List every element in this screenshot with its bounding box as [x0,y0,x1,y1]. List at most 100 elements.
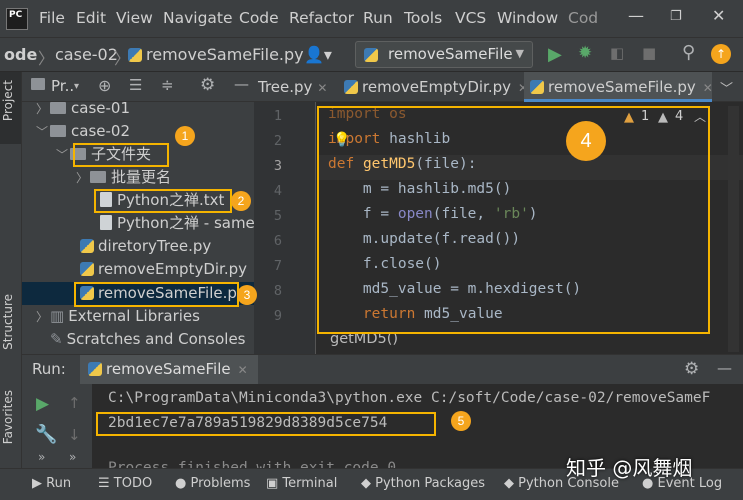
favorites-tool-tab[interactable]: Favorites [1,390,15,444]
line-number: 2 [273,133,282,149]
menu-view[interactable]: View [116,9,153,27]
bottom-tab-python-packages[interactable]: ◆ Python Packages [361,476,485,491]
restore-icon[interactable]: ❐ [670,9,682,24]
annotation-badge-1: 1 [175,126,195,146]
gear-icon[interactable]: ⚙ [684,359,699,379]
menu-run[interactable]: Run [363,9,393,27]
tab-label: removeEmptyDir.py [362,78,512,96]
chevron-down-icon[interactable]: ﹀ [720,78,733,97]
user-icon[interactable]: 👤▾ [304,45,332,64]
folder-icon [50,102,66,114]
tree-item-label: case-01 [71,99,130,117]
update-icon[interactable]: ↑ [711,44,731,64]
annotation-box-5 [96,412,436,436]
bottom-tab-run[interactable]: ▶ Run [32,476,71,491]
run-configuration-select[interactable]: removeSameFile ▼ [355,41,533,68]
menu-edit[interactable]: Edit [76,9,106,27]
tab-label: removeSameFile.py [548,78,696,96]
tree-item[interactable]: removeEmptyDir.py [80,258,247,281]
locate-icon[interactable]: ⊕ [98,76,111,95]
folder-icon [90,171,106,183]
run-icon[interactable]: ▶ [548,44,562,65]
annotation-box-3 [74,282,239,307]
close-icon[interactable]: ✕ [317,81,327,95]
menu-refactor[interactable]: Refactor [289,9,354,27]
tab-tree[interactable]: Tree.py ✕ [254,72,336,102]
annotation-badge-3: 3 [237,285,257,305]
breadcrumb-file-label: removeSameFile.py [146,45,304,64]
coverage-icon[interactable]: ◧ [610,44,624,62]
run-toolbar: ▶ ↑ 🔧 ↓ » » [22,384,92,468]
tab-remove-same-file[interactable]: removeSameFile.py ✕ [524,72,713,102]
tree-item[interactable]: Python之禅 - same [100,212,254,235]
menu-file[interactable]: File [39,9,65,27]
close-icon[interactable]: ✕ [712,6,725,25]
menu-tools[interactable]: Tools [404,9,442,27]
line-number: 4 [273,183,282,199]
chevron-down-icon: ﹀ [36,125,49,139]
annotation-badge-4: 4 [566,121,606,161]
chevron-right-icon: 〉 [76,171,89,185]
hide-panel-icon[interactable]: — [717,359,732,377]
tree-item[interactable]: ﹀ case-02 [36,120,130,143]
more-icon[interactable]: » [69,450,76,464]
debug-icon[interactable]: ✹ [578,43,592,63]
tree-item[interactable]: 〉 批量更名 [76,166,171,189]
chevron-right-icon: 〉 [36,102,49,116]
run-tab-label: removeSameFile [106,360,231,378]
collapse-all-icon[interactable]: ≑ [161,76,174,94]
bottom-tab-terminal[interactable]: ▣ Terminal [266,476,337,491]
stop-icon[interactable]: ■ [642,44,656,62]
chevron-down-icon[interactable]: ▾ [74,81,79,92]
wrench-icon[interactable]: 🔧 [35,424,57,445]
annotation-box-1 [73,143,169,167]
annotation-badge-2: 2 [231,191,251,211]
text-file-icon [100,215,112,230]
run-panel-header: Run: removeSameFile ✕ ⚙ — [22,354,743,384]
chevron-right-icon: 〉 [36,310,49,324]
chevron-down-icon: ▼ [515,47,524,60]
arrow-down-icon[interactable]: ↓ [68,426,81,444]
run-config-label: removeSameFile [388,45,513,63]
chevron-down-icon: ﹀ [56,148,69,162]
tree-item[interactable]: 〉 case-01 [36,97,130,120]
run-tab[interactable]: removeSameFile ✕ [80,355,258,384]
breadcrumb-project[interactable]: ode [4,45,37,64]
structure-tool-tab[interactable]: Structure [1,294,15,350]
menu-code[interactable]: Code [239,9,279,27]
pycharm-logo: PC [6,8,28,30]
chevron-right-icon: 〉 [38,49,55,68]
close-icon[interactable]: ✕ [703,81,713,95]
menu-navigate[interactable]: Navigate [163,9,233,27]
rerun-icon[interactable]: ▶ [36,394,49,414]
tree-item-label: Python之禅 - same [117,214,254,232]
editor-scrollbar[interactable] [728,106,739,352]
more-icon[interactable]: » [38,450,45,464]
project-panel-title[interactable]: Pr.. [51,77,74,95]
hide-panel-icon[interactable]: — [234,75,249,93]
bottom-tab-problems[interactable]: ● Problems [175,476,250,491]
project-tool-tab[interactable]: Project [1,80,15,121]
menu-window[interactable]: Window [497,9,558,27]
close-icon[interactable]: ✕ [238,363,248,377]
menu-vcs[interactable]: VCS [455,9,486,27]
expand-all-icon[interactable]: ☰ [129,76,142,94]
search-icon[interactable]: ⚲ [682,42,695,63]
tree-item[interactable]: 〉 ▥ External Libraries [36,305,200,328]
breadcrumb-folder[interactable]: case-02 [55,45,118,64]
gear-icon[interactable]: ⚙ [200,75,215,95]
python-file-icon [344,80,358,94]
library-icon: ▥ [50,307,65,325]
minimize-icon[interactable]: — [628,6,644,25]
tab-label: Tree.py [258,78,313,96]
tree-item[interactable]: diretoryTree.py [80,235,211,258]
console-command: C:\ProgramData\Miniconda3\python.exe C:/… [108,390,711,406]
breadcrumb-file[interactable]: removeSameFile.py [128,45,304,64]
tree-item[interactable]: ✎ Scratches and Consoles [36,328,246,351]
tab-remove-empty-dir[interactable]: removeEmptyDir.py✕ [338,72,528,102]
tree-item-label: 批量更名 [111,168,172,186]
bottom-tab-label: TODO [113,476,153,491]
bottom-tab-todo[interactable]: ☰ TODO [98,476,152,491]
arrow-up-icon[interactable]: ↑ [68,394,81,412]
folder-icon [31,78,45,90]
